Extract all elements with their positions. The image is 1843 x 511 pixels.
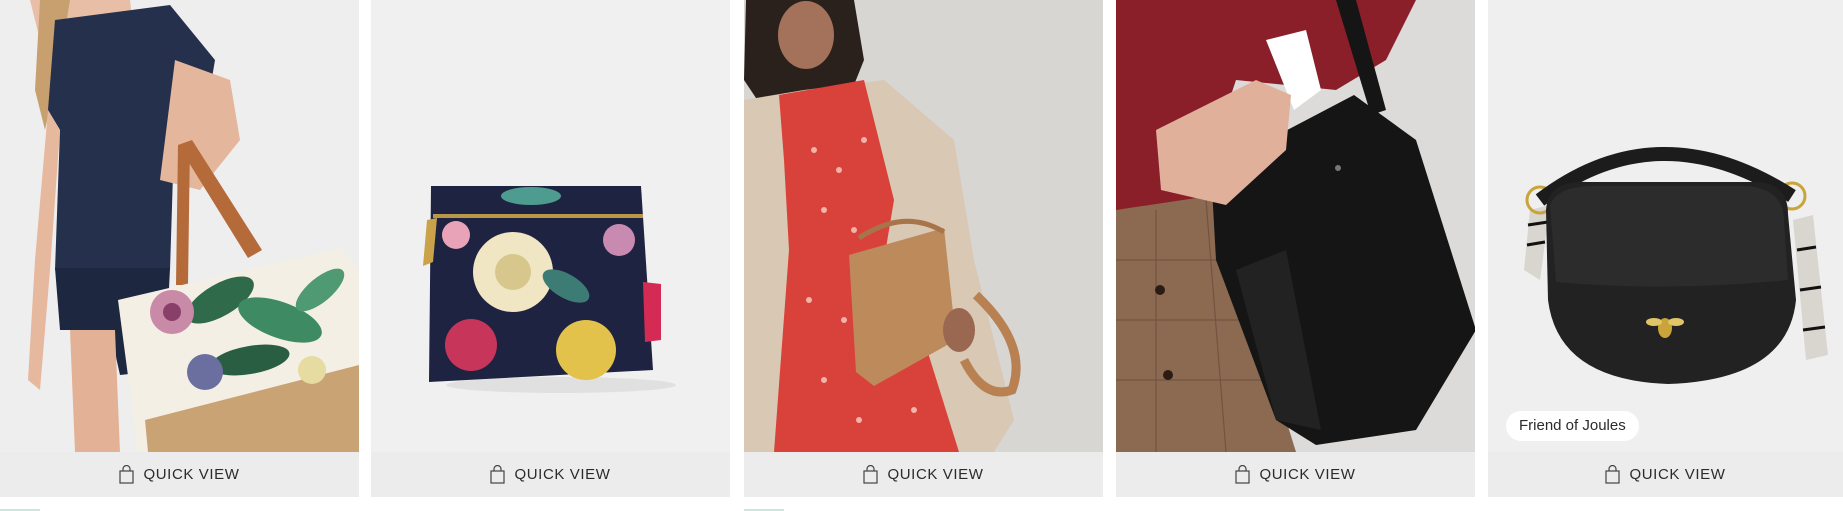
product-card-black-bucket-bag[interactable]: QUICK VIEW	[1116, 0, 1475, 511]
shopping-bag-icon	[863, 465, 879, 484]
shopping-bag-icon	[119, 465, 135, 484]
shopping-bag-icon	[1235, 465, 1251, 484]
floral-tote-photo	[0, 0, 359, 452]
quick-view-label: QUICK VIEW	[514, 466, 611, 483]
product-image[interactable]	[0, 0, 359, 452]
product-grid: QUICK VIEW QUICK VIEW QUICK VIEW QUICK V…	[0, 0, 1843, 511]
shopping-bag-icon	[1605, 465, 1621, 484]
quick-view-label: QUICK VIEW	[887, 466, 984, 483]
floral-pouch-photo	[371, 0, 730, 452]
quick-view-button[interactable]: QUICK VIEW	[1116, 452, 1475, 497]
quick-view-button[interactable]: QUICK VIEW	[371, 452, 730, 497]
shopping-bag-icon	[490, 465, 506, 484]
friend-of-joules-badge: Friend of Joules	[1506, 411, 1639, 441]
product-card-black-saddle-bag[interactable]: Friend of Joules QUICK VIEW	[1488, 0, 1843, 511]
product-image[interactable]	[744, 0, 1103, 452]
quick-view-button[interactable]: QUICK VIEW	[744, 452, 1103, 497]
product-card-tan-bag[interactable]: QUICK VIEW	[744, 0, 1103, 511]
quick-view-button[interactable]: QUICK VIEW	[0, 452, 359, 497]
product-image[interactable]	[1116, 0, 1475, 452]
quick-view-label: QUICK VIEW	[1259, 466, 1356, 483]
quick-view-button[interactable]: QUICK VIEW	[1488, 452, 1843, 497]
quick-view-label: QUICK VIEW	[1629, 466, 1726, 483]
product-image[interactable]	[1488, 0, 1843, 452]
saddle-bag-photo	[1488, 0, 1843, 452]
product-card-floral-tote[interactable]: QUICK VIEW	[0, 0, 359, 511]
product-image[interactable]	[371, 0, 730, 452]
quick-view-label: QUICK VIEW	[143, 466, 240, 483]
black-bucket-photo	[1116, 0, 1475, 452]
tan-bag-photo	[744, 0, 1103, 452]
product-card-floral-pouch[interactable]: QUICK VIEW	[371, 0, 730, 511]
